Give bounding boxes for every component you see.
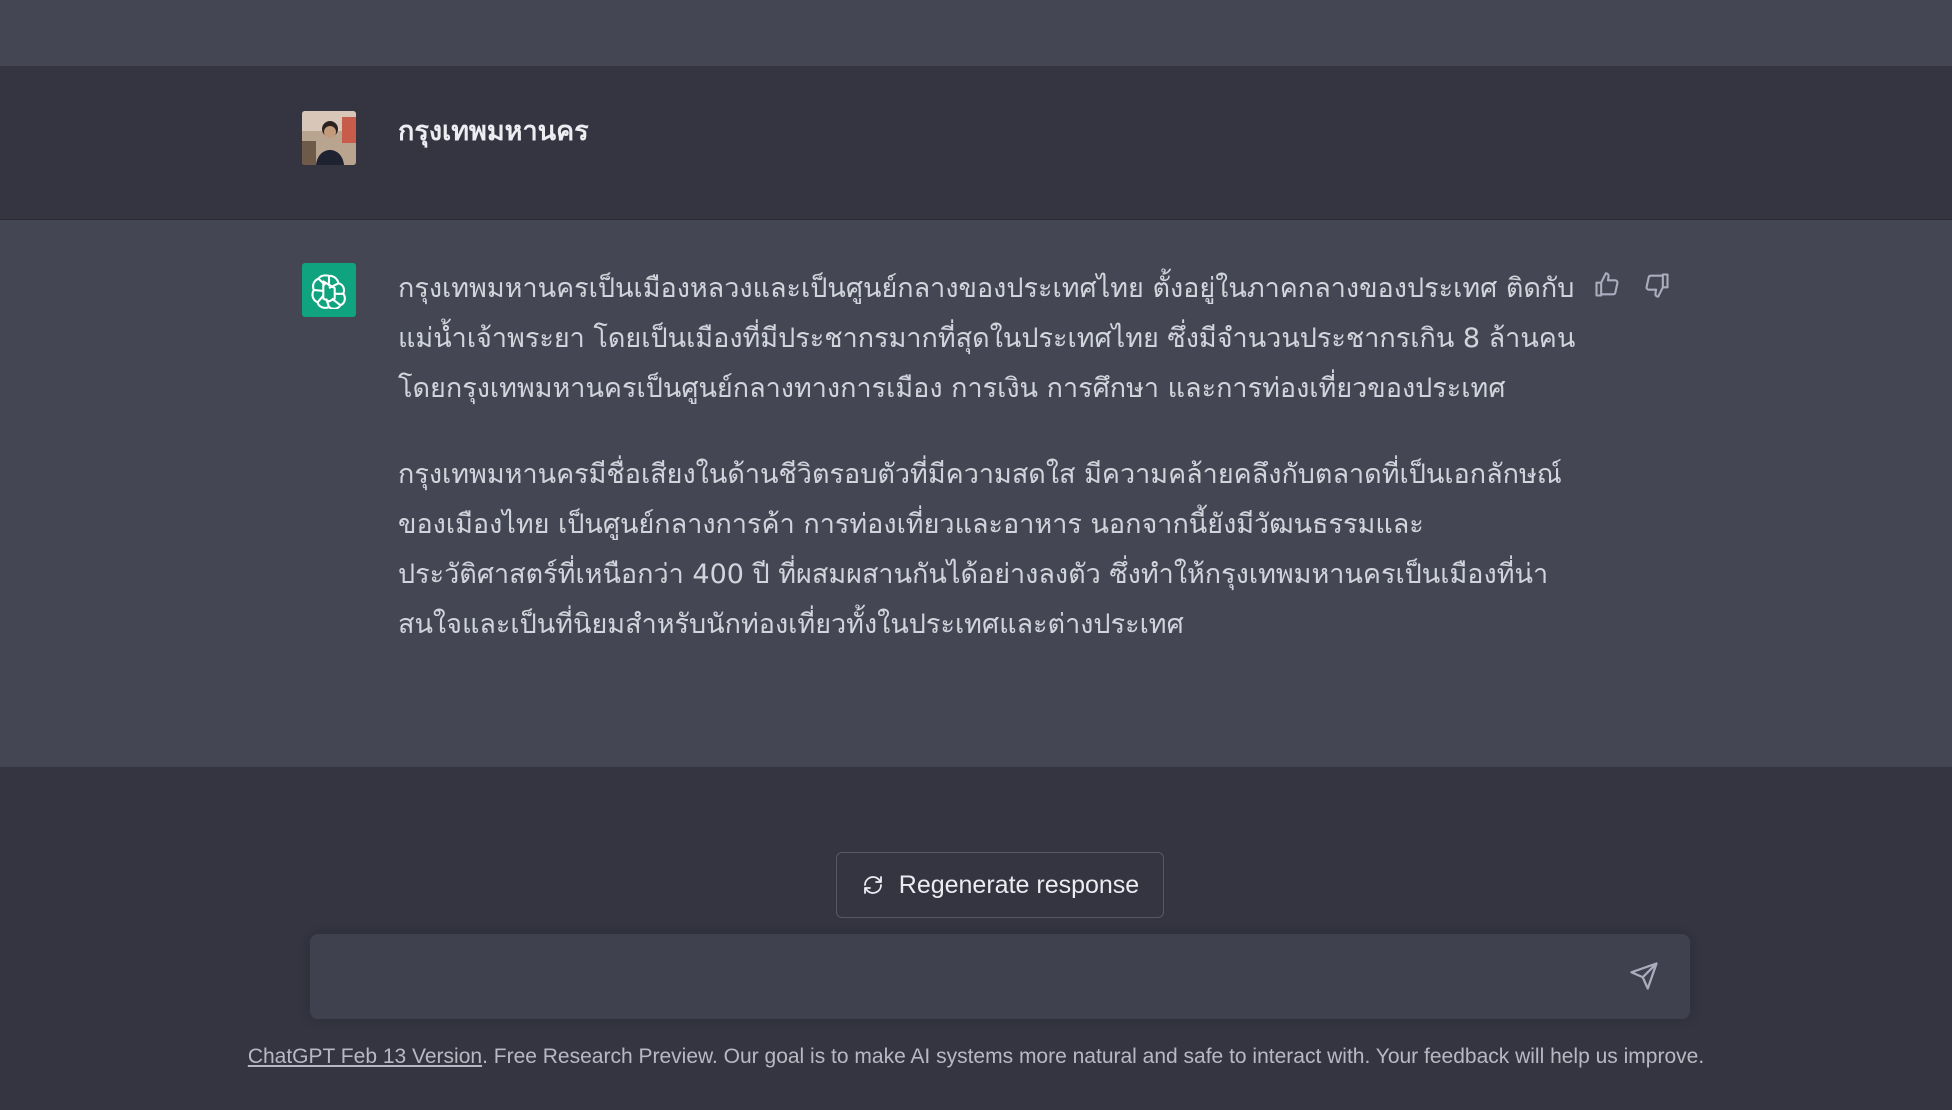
composer-area: Regenerate response ChatGPT Feb 13 Versi… [0,767,1952,1110]
version-link[interactable]: ChatGPT Feb 13 Version [248,1045,482,1068]
user-message-text: กรุงเทพมหานคร [398,116,589,147]
user-avatar-photo [302,111,356,165]
assistant-message-text: กรุงเทพมหานครเป็นเมืองหลวงและเป็นศูนย์กล… [398,264,1583,686]
send-button[interactable] [1626,958,1662,994]
message-input-container [310,934,1690,1019]
regenerate-label: Regenerate response [898,870,1140,899]
thumbs-up-icon [1595,272,1619,297]
message-input[interactable] [330,956,1594,1000]
answer-paragraph: กรุงเทพมหานครเป็นเมืองหลวงและเป็นศูนย์กล… [398,273,1576,404]
answer-paragraph: กรุงเทพมหานครมีชื่อเสียงในด้านชีวิตรอบตั… [398,459,1562,640]
assistant-message-row: กรุงเทพมหานครเป็นเมืองหลวงและเป็นศูนย์กล… [0,220,1952,767]
footer-disclaimer: ChatGPT Feb 13 Version. Free Research Pr… [0,1045,1952,1069]
user-message-row: กรุงเทพมหานคร [0,66,1952,220]
feedback-controls [1592,268,1672,302]
send-icon [1630,962,1658,990]
assistant-avatar [302,263,356,317]
refresh-icon [863,876,882,894]
thumbs-down-icon [1645,273,1669,298]
regenerate-response-button[interactable]: Regenerate response [836,852,1164,918]
user-avatar [302,111,356,165]
footer-text: . Free Research Preview. Our goal is to … [482,1045,1705,1068]
thumbs-down-button[interactable] [1642,268,1672,302]
chat-page: กรุงเทพมหานคร กรุงเทพมหานครเป็นเมืองหลวง… [0,0,1952,1110]
thumbs-up-button[interactable] [1592,268,1622,302]
top-strip [0,0,1952,66]
openai-logo-icon [311,274,346,309]
